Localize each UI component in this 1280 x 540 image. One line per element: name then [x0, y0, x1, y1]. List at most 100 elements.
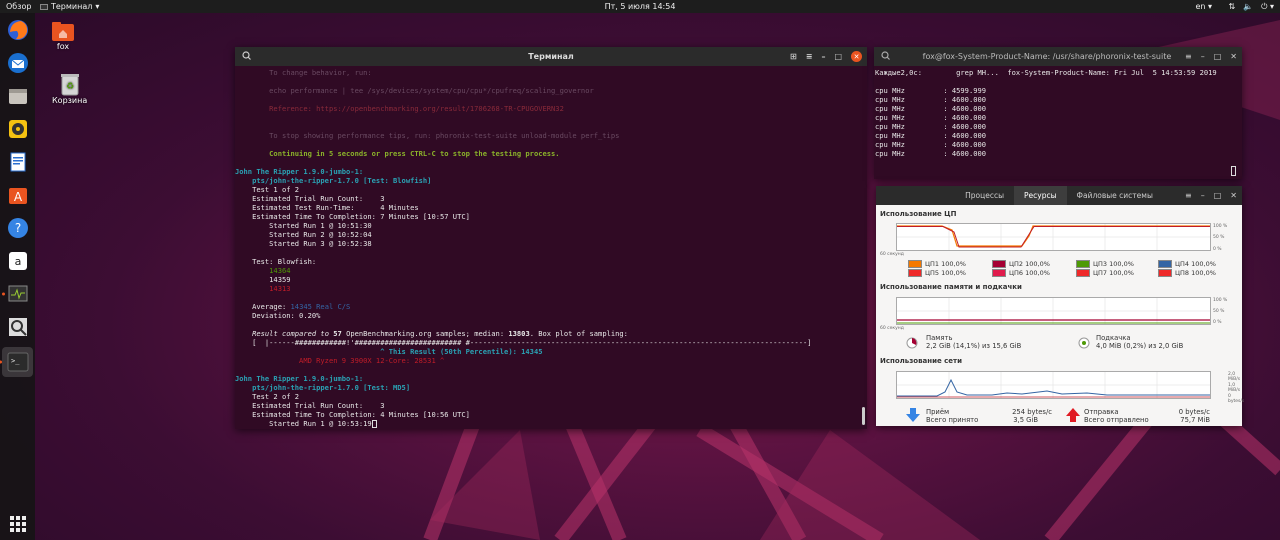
watch-line: cpu MHz : 4600.000 — [875, 122, 987, 131]
cpu-legend-item[interactable]: ЦП2 100,0% — [992, 260, 1050, 268]
show-applications-icon[interactable] — [10, 516, 26, 532]
receive-rate: 254 bytes/c — [1012, 408, 1052, 416]
system-monitor-tabs: Процессы Ресурсы Файловые системы ≡ – □ … — [876, 186, 1242, 205]
cpu-color-swatch[interactable] — [992, 269, 1006, 277]
desktop-trash[interactable]: ♻ Корзина — [52, 72, 87, 105]
minimize-button[interactable]: – — [1201, 191, 1205, 200]
watch-line: cpu MHz : 4600.000 — [875, 131, 987, 140]
terminal-scrollbar[interactable] — [862, 407, 865, 425]
dock-magnifier[interactable] — [5, 314, 31, 340]
network-graph-plot — [897, 372, 1210, 398]
cpu-legend-item[interactable]: ЦП4 100,0% — [1158, 260, 1216, 268]
new-tab-icon[interactable]: ⊞ — [790, 52, 797, 61]
watch-terminal-window[interactable]: fox@fox-System-Product-Name: /usr/share/… — [874, 47, 1242, 179]
system-monitor-icon — [8, 285, 27, 302]
menu-icon[interactable]: ≡ — [806, 52, 813, 61]
terminal-line: Deviation: 0.20% — [235, 311, 321, 320]
terminal-line: [ |------############!'#################… — [235, 338, 812, 347]
svg-text:A: A — [13, 190, 22, 204]
terminal-line: Estimated Test Run-Time: 4 Minutes — [235, 203, 419, 212]
memory-axis-100: 100 % — [1213, 298, 1228, 303]
minimize-button[interactable]: – — [1201, 52, 1205, 61]
tab-filesystems[interactable]: Файловые системы — [1067, 186, 1163, 205]
dock-writer[interactable] — [5, 149, 31, 175]
app-menu[interactable]: Терминал ▾ — [40, 2, 99, 11]
watch-line: cpu MHz : 4600.000 — [875, 140, 987, 149]
cpu-legend-item[interactable]: ЦП8 100,0% — [1158, 269, 1216, 277]
cpu-color-swatch[interactable] — [1076, 269, 1090, 277]
dock-files[interactable] — [5, 83, 31, 109]
dock-rhythmbox[interactable] — [5, 116, 31, 142]
maximize-button[interactable]: □ — [1214, 191, 1222, 200]
dock-help[interactable]: ? — [5, 215, 31, 241]
dock-terminal[interactable]: >_ — [0, 347, 33, 377]
software-center-icon: A — [8, 188, 27, 204]
cpu-color-swatch[interactable] — [1158, 269, 1172, 277]
cpu-legend-label: ЦП4 100,0% — [1175, 260, 1216, 268]
dock-thunderbird[interactable] — [5, 50, 31, 76]
keyboard-layout[interactable]: en ▾ — [1195, 2, 1212, 11]
search-icon[interactable] — [881, 51, 890, 62]
chevron-down-icon: ▾ — [95, 2, 100, 11]
trash-label: Корзина — [52, 96, 88, 105]
terminal-line: ^ This Result (50th Percentile): 14345 — [235, 347, 543, 356]
dock-system-monitor[interactable] — [1, 281, 31, 307]
tab-resources[interactable]: Ресурсы — [1014, 186, 1067, 205]
cpu-color-swatch[interactable] — [908, 269, 922, 277]
tab-processes[interactable]: Процессы — [955, 186, 1014, 205]
memory-section-title: Использование памяти и подкачки — [880, 283, 1022, 291]
cpu-color-swatch[interactable] — [992, 260, 1006, 268]
search-icon[interactable] — [242, 51, 251, 62]
cpu-legend-label: ЦП1 100,0% — [925, 260, 966, 268]
dock-software[interactable]: A — [5, 182, 31, 208]
terminal-line: Estimated Trial Run Count: 3 — [235, 401, 385, 410]
desktop-home-folder[interactable]: fox — [51, 20, 75, 51]
clock[interactable]: Пт, 5 июля 14:54 — [605, 2, 676, 11]
terminal-window[interactable]: Терминал ⊞ ≡ – □ ✕ To change behavior, r… — [235, 47, 867, 429]
watch-line — [875, 77, 1242, 86]
terminal-line: pts/john-the-ripper-1.7.0 [Test: MD5] — [235, 383, 411, 392]
dock-firefox[interactable] — [5, 17, 31, 43]
watch-line: cpu MHz : 4600.000 — [875, 104, 987, 113]
cpu-legend-item[interactable]: ЦП6 100,0% — [992, 269, 1050, 277]
cpu-legend-item[interactable]: ЦП5 100,0% — [908, 269, 966, 277]
close-button[interactable]: ✕ — [851, 51, 862, 62]
cpu-legend-item[interactable]: ЦП7 100,0% — [1076, 269, 1134, 277]
terminal-line: Test 1 of 2 — [235, 185, 300, 194]
maximize-button[interactable]: □ — [1214, 52, 1222, 61]
menu-icon[interactable]: ≡ — [1185, 191, 1192, 200]
system-tray[interactable]: ⇅ 🔈 ⏻ ▾ — [1228, 2, 1274, 12]
dock-amazon[interactable]: a — [5, 248, 31, 274]
terminal-titlebar[interactable]: Терминал ⊞ ≡ – □ ✕ — [235, 47, 867, 66]
terminal-line: To stop showing performance tips, run: p… — [235, 131, 620, 140]
home-folder-icon — [52, 22, 74, 41]
activities-button[interactable]: Обзор — [6, 2, 31, 11]
swap-pie-icon — [1078, 337, 1090, 349]
cpu-color-swatch[interactable] — [1158, 260, 1172, 268]
cpu-axis-50: 50 % — [1213, 235, 1225, 240]
close-button[interactable]: ✕ — [1230, 52, 1237, 61]
menu-icon[interactable]: ≡ — [1185, 52, 1192, 61]
minimize-button[interactable]: – — [821, 52, 825, 61]
download-arrow-icon — [906, 408, 920, 422]
close-button[interactable]: ✕ — [1230, 191, 1237, 200]
watch-output[interactable]: Каждые2,0с: grep MH... fox-System-Produc… — [874, 66, 1242, 176]
cpu-color-swatch[interactable] — [1076, 260, 1090, 268]
maximize-button[interactable]: □ — [834, 52, 842, 61]
terminal-line: Estimated Trial Run Count: 3 — [235, 194, 385, 203]
send-total: 75,7 MiB — [1180, 416, 1210, 424]
network-section-title: Использование сети — [880, 357, 963, 365]
terminal-line: Started Run 3 @ 10:52:38 — [235, 239, 372, 248]
cpu-legend-item[interactable]: ЦП3 100,0% — [1076, 260, 1134, 268]
watch-terminal-titlebar[interactable]: fox@fox-System-Product-Name: /usr/share/… — [874, 47, 1242, 66]
cpu-legend-item[interactable]: ЦП1 100,0% — [908, 260, 966, 268]
system-monitor-window[interactable]: Процессы Ресурсы Файловые системы ≡ – □ … — [876, 186, 1244, 426]
window-title: Терминал — [528, 52, 574, 61]
terminal-output[interactable]: To change behavior, run: echo performanc… — [235, 66, 867, 429]
cpu-color-swatch[interactable] — [908, 260, 922, 268]
terminal-line: John The Ripper 1.9.0-jumbo-1: — [235, 167, 364, 176]
thunderbird-icon — [7, 53, 28, 73]
